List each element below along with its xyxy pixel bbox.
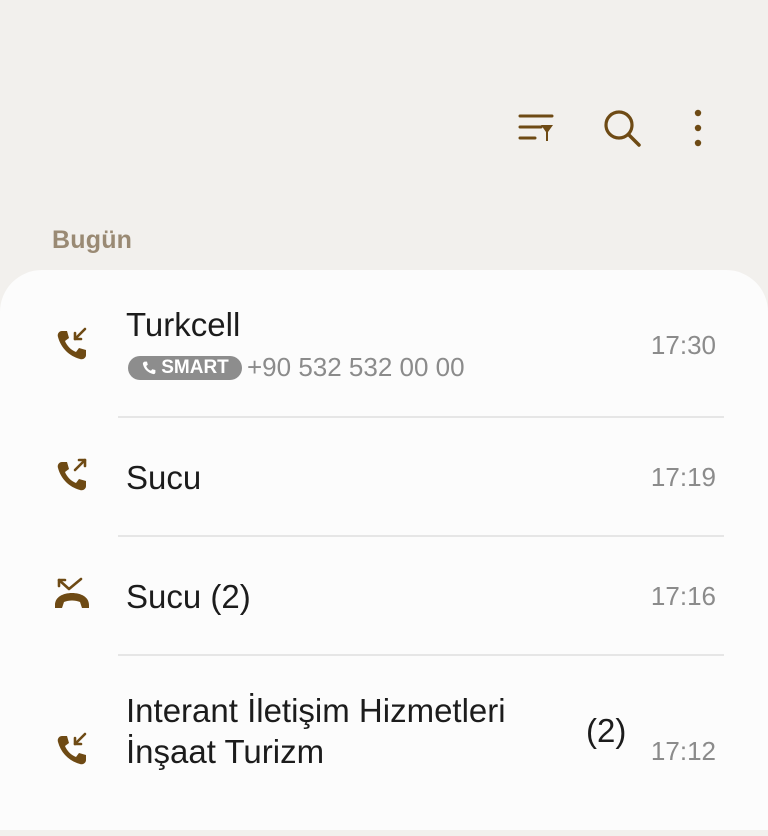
incoming-call-icon bbox=[52, 325, 92, 365]
call-time: 17:30 bbox=[650, 330, 716, 360]
section-header-today: Bugün bbox=[52, 226, 133, 254]
incoming-call-icon bbox=[52, 730, 92, 770]
call-log-item[interactable]: Turkcell SMART +90 532 532 00 00 17:30 bbox=[0, 270, 768, 416]
contact-name-line1: Interant İletişim Hizmetleri bbox=[126, 692, 506, 729]
call-log-item[interactable]: Sucu 17:19 bbox=[0, 418, 768, 536]
call-count: (2) bbox=[586, 712, 627, 749]
call-time: 17:16 bbox=[650, 581, 716, 611]
smart-badge: SMART bbox=[128, 356, 242, 380]
search-icon[interactable] bbox=[602, 108, 642, 148]
outgoing-call-icon bbox=[52, 456, 92, 496]
contact-name-line2: İnşaat Turizm bbox=[126, 733, 325, 770]
more-vert-icon[interactable] bbox=[678, 108, 718, 148]
contact-name: Turkcell bbox=[126, 306, 241, 343]
phone-number: +90 532 532 00 00 bbox=[247, 352, 465, 382]
call-log-item[interactable]: Interant İletişim Hizmetleri İnşaat Turi… bbox=[0, 656, 768, 836]
badge-label: SMART bbox=[161, 357, 229, 378]
missed-call-icon bbox=[52, 575, 92, 615]
call-time: 17:19 bbox=[650, 462, 716, 492]
filter-list-icon[interactable] bbox=[516, 108, 556, 148]
call-time: 17:12 bbox=[650, 736, 716, 766]
call-log-list: Turkcell SMART +90 532 532 00 00 17:30 S… bbox=[0, 270, 768, 830]
phone-icon bbox=[143, 361, 156, 375]
call-log-item[interactable]: Sucu (2) 17:16 bbox=[0, 537, 768, 655]
contact-name: Sucu bbox=[126, 459, 202, 496]
contact-name: Sucu (2) bbox=[126, 578, 251, 615]
